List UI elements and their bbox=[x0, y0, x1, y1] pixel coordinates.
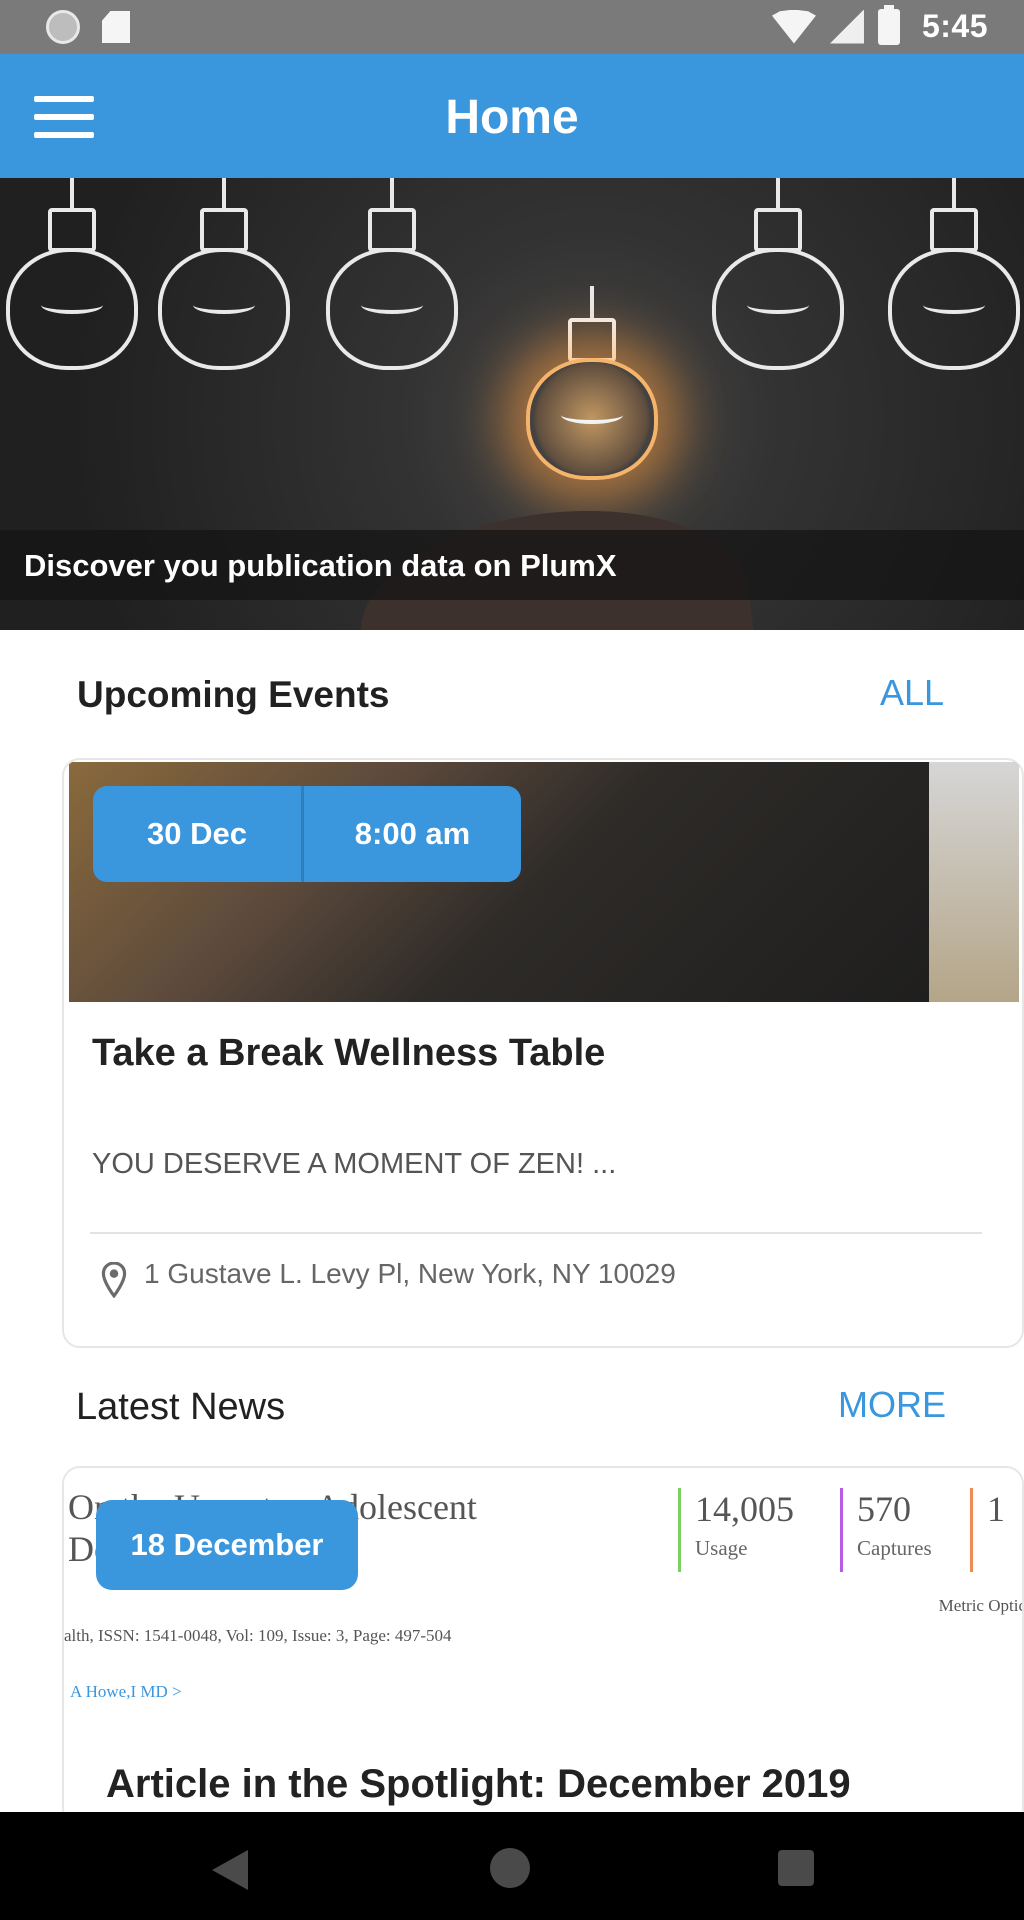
navigation-bar bbox=[0, 1812, 1024, 1920]
captures-metric: 570 Captures bbox=[840, 1488, 932, 1572]
status-time: 5:45 bbox=[921, 8, 988, 44]
metric-options: Metric Optic bbox=[938, 1596, 1024, 1615]
journal-info: alth, ISSN: 1541-0048, Vol: 109, Issue: … bbox=[64, 1626, 452, 1645]
event-time: 8:00 am bbox=[354, 816, 471, 851]
upcoming-events-title: Upcoming Events bbox=[77, 674, 390, 715]
usage-value: 14,005 bbox=[695, 1489, 794, 1529]
usage-label: Usage bbox=[695, 1536, 748, 1560]
status-bar: 5:45 bbox=[0, 0, 1024, 54]
event-card[interactable]: 30 Dec 8:00 am Take a Break Wellness Tab… bbox=[62, 758, 1024, 1348]
wifi-icon bbox=[771, 9, 816, 44]
partial-metric-value: 1 bbox=[987, 1489, 1005, 1529]
light-bulb-icon bbox=[712, 178, 844, 396]
home-screen: 5:45 Home Discover you publication data … bbox=[0, 0, 1024, 1920]
partial-metric: 1 bbox=[970, 1488, 1005, 1572]
event-datetime-badge: 30 Dec 8:00 am bbox=[93, 786, 521, 882]
news-date-badge: 18 December bbox=[96, 1500, 358, 1590]
battery-icon bbox=[877, 4, 900, 45]
captures-value: 570 bbox=[857, 1489, 911, 1529]
news-more-link[interactable]: MORE bbox=[838, 1384, 946, 1426]
page-title: Home bbox=[445, 91, 579, 144]
hero-banner[interactable]: Discover you publication data on PlumX bbox=[0, 178, 1024, 630]
news-title: Article in the Spotlight: December 2019 bbox=[106, 1762, 851, 1806]
latest-news-title: Latest News bbox=[76, 1386, 286, 1428]
event-description: YOU DESERVE A MOMENT OF ZEN! ... bbox=[92, 1148, 617, 1180]
back-icon[interactable] bbox=[212, 1850, 248, 1890]
light-bulb-icon bbox=[326, 178, 458, 396]
app-bar: Home bbox=[0, 54, 1024, 178]
status-left-icons bbox=[46, 10, 130, 44]
hero-caption: Discover you publication data on PlumX bbox=[24, 548, 617, 583]
location-pin-icon bbox=[101, 1262, 127, 1298]
status-right-icons: 5:45 bbox=[771, 4, 988, 45]
sd-card-icon bbox=[102, 11, 130, 43]
author-link[interactable]: A Howe,I MD > bbox=[70, 1682, 182, 1702]
light-bulb-icon bbox=[158, 178, 290, 396]
signal-icon bbox=[829, 9, 864, 44]
event-date: 30 Dec bbox=[93, 786, 304, 882]
event-title: Take a Break Wellness Table bbox=[92, 1032, 606, 1074]
glowing-light-bulb-icon bbox=[526, 286, 658, 506]
event-divider bbox=[90, 1232, 982, 1234]
light-bulb-icon bbox=[888, 178, 1020, 396]
captures-label: Captures bbox=[857, 1536, 932, 1560]
events-all-link[interactable]: ALL bbox=[880, 672, 944, 714]
overview-icon[interactable] bbox=[778, 1850, 814, 1886]
news-card[interactable]: On the Unmet ... Adolescent Do ... Affec… bbox=[62, 1466, 1024, 1826]
usage-metric: 14,005 Usage bbox=[678, 1488, 794, 1572]
light-bulb-icon bbox=[6, 178, 138, 396]
home-icon[interactable] bbox=[490, 1848, 530, 1888]
event-location: 1 Gustave L. Levy Pl, New York, NY 10029 bbox=[144, 1258, 676, 1289]
notification-dot-icon bbox=[46, 10, 80, 44]
